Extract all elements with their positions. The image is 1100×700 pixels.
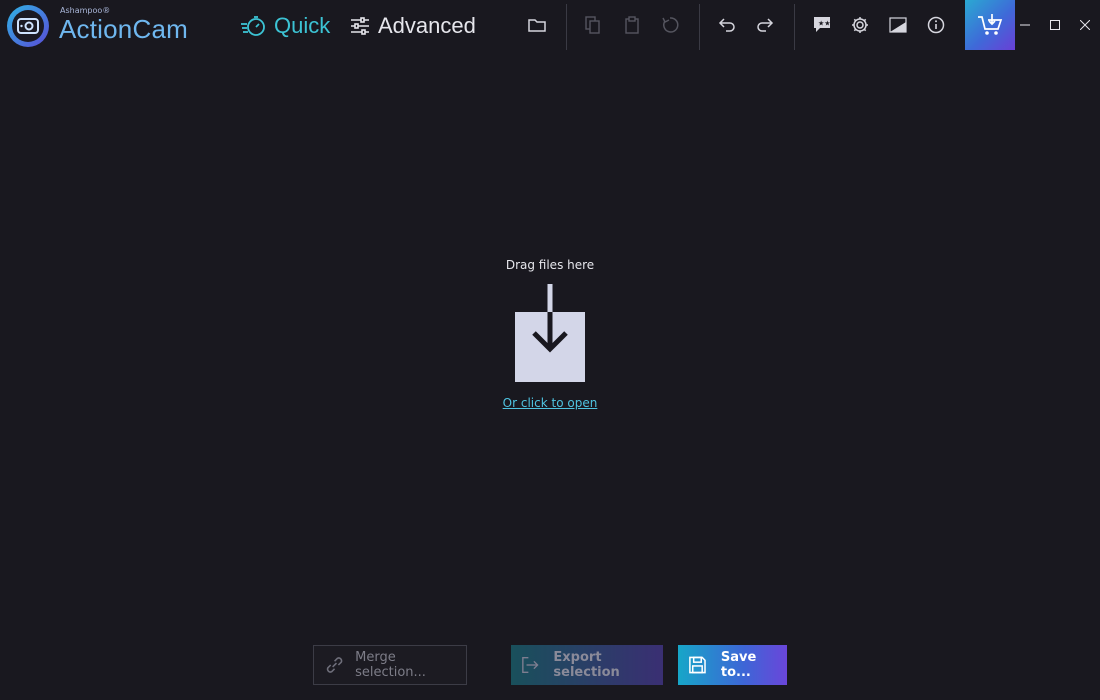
feedback-icon: ★★ [814, 17, 831, 32]
link-icon [326, 657, 343, 673]
sliders-icon [351, 17, 369, 35]
wallpaper-icon [889, 17, 907, 33]
minimize-icon [1020, 24, 1030, 26]
stopwatch-icon [241, 16, 265, 36]
tab-advanced-label: Advanced [378, 13, 476, 38]
maximize-button[interactable] [1040, 0, 1070, 50]
copy-icon [585, 16, 600, 34]
save-to-label: Save to... [720, 650, 757, 680]
tab-quick-label: Quick [274, 13, 331, 38]
save-to-button[interactable]: Save to... [678, 645, 787, 685]
folder-icon [528, 19, 546, 32]
drop-files-icon[interactable] [514, 283, 586, 383]
open-file-link[interactable]: Or click to open [490, 396, 610, 410]
minimize-button[interactable] [1010, 0, 1040, 50]
info-icon [927, 16, 945, 34]
tab-advanced[interactable]: Advanced [350, 11, 476, 41]
toolbar-divider [794, 4, 795, 50]
merge-selection-button[interactable]: Merge selection... [313, 645, 467, 685]
tab-quick[interactable]: Quick [240, 11, 330, 41]
close-button[interactable] [1070, 0, 1100, 50]
settings-button[interactable] [841, 0, 879, 50]
drop-zone-label: Drag files here [505, 258, 595, 272]
maximize-icon [1050, 20, 1060, 30]
clipboard-icon [625, 16, 639, 34]
redo-button[interactable] [746, 0, 784, 50]
merge-selection-label: Merge selection... [355, 650, 426, 680]
close-icon [1080, 20, 1090, 30]
theme-button[interactable] [879, 0, 917, 50]
reset-button[interactable] [651, 0, 689, 50]
rotate-icon [662, 17, 679, 33]
undo-button[interactable] [708, 0, 746, 50]
toolbar-divider [699, 4, 700, 50]
info-button[interactable] [917, 0, 955, 50]
cart-icon [978, 14, 1003, 35]
undo-icon [718, 18, 735, 32]
redo-icon [757, 18, 774, 32]
copy-button[interactable] [574, 0, 612, 50]
app-title: ActionCam [59, 14, 188, 44]
export-selection-label: Export selection [553, 650, 620, 680]
open-folder-button[interactable] [518, 0, 556, 50]
svg-text:★★: ★★ [818, 20, 831, 28]
app-logo-icon [7, 5, 49, 47]
save-icon [689, 656, 706, 674]
buy-button[interactable] [965, 0, 1015, 50]
title-bar: Ashampoo® ActionCam Quick Advanced ★★ [0, 0, 1100, 50]
export-icon [522, 656, 539, 674]
feedback-button[interactable]: ★★ [803, 0, 841, 50]
gear-icon [852, 17, 868, 33]
export-selection-button[interactable]: Export selection [511, 645, 663, 685]
toolbar-divider [566, 4, 567, 50]
paste-button[interactable] [613, 0, 651, 50]
